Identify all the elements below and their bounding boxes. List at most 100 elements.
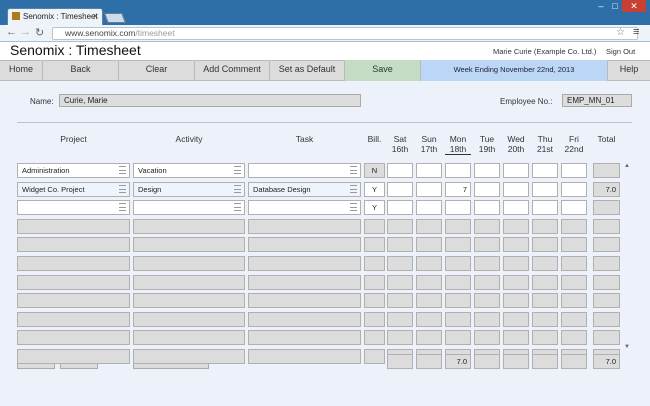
hours-input[interactable]: [532, 163, 558, 178]
home-button[interactable]: Home: [0, 60, 43, 81]
hours-input[interactable]: [416, 200, 442, 215]
activity-select[interactable]: [133, 200, 245, 215]
billable-toggle[interactable]: N: [364, 163, 385, 178]
empty-cell: [17, 330, 130, 345]
hours-input[interactable]: [445, 163, 471, 178]
hours-input[interactable]: [416, 163, 442, 178]
reload-icon[interactable]: ↻: [35, 26, 44, 39]
close-window-icon[interactable]: ✕: [622, 0, 646, 12]
hours-input[interactable]: [474, 182, 500, 197]
back-arrow-icon[interactable]: ←: [6, 26, 17, 38]
hours-input[interactable]: [445, 200, 471, 215]
scroll-down-icon[interactable]: ▼: [624, 344, 630, 350]
header-day-date: 17th: [420, 144, 438, 154]
empty-cell: [503, 237, 529, 252]
hours-input[interactable]: [532, 200, 558, 215]
list-icon[interactable]: [350, 166, 357, 174]
scroll-up-icon[interactable]: ▲: [624, 163, 630, 169]
empty-cell: [248, 312, 361, 327]
task-select[interactable]: [248, 200, 361, 215]
list-icon[interactable]: [119, 203, 126, 211]
list-icon[interactable]: [234, 166, 241, 174]
week-ending-selector[interactable]: Week Ending November 22nd, 2013: [421, 60, 608, 81]
list-icon[interactable]: [234, 185, 241, 193]
hours-input[interactable]: 7: [445, 182, 471, 197]
empty-cell: [593, 275, 620, 290]
hours-input[interactable]: [474, 163, 500, 178]
header-day-date: 19th: [478, 144, 496, 154]
maximize-icon[interactable]: □: [608, 0, 622, 12]
empty-cell: [503, 330, 529, 345]
name-label: Name:: [30, 97, 54, 106]
forward-arrow-icon[interactable]: →: [20, 26, 31, 38]
help-button[interactable]: Help: [608, 60, 650, 81]
hours-input[interactable]: [387, 163, 413, 178]
day-total: [503, 354, 529, 369]
header-task: Task: [295, 134, 314, 144]
hours-input[interactable]: [503, 200, 529, 215]
list-icon[interactable]: [119, 166, 126, 174]
empty-cell: [133, 256, 245, 271]
add-comment-button[interactable]: Add Comment: [195, 60, 270, 81]
empty-cell: [593, 219, 620, 234]
empty-cell: [364, 219, 385, 234]
list-icon[interactable]: [350, 185, 357, 193]
task-select[interactable]: [248, 163, 361, 178]
empty-cell: [593, 256, 620, 271]
bookmark-star-icon[interactable]: ☆: [616, 27, 625, 38]
empty-cell: [503, 293, 529, 308]
billable-toggle[interactable]: Y: [364, 200, 385, 215]
task-select[interactable]: Database Design: [248, 182, 361, 197]
browser-tab[interactable]: Senomix : Timesheet ×: [7, 8, 103, 25]
activity-select[interactable]: Design: [133, 182, 245, 197]
empty-cell: [387, 256, 413, 271]
empty-cell: [133, 349, 245, 364]
browser-menu-icon[interactable]: ≡: [633, 26, 639, 38]
header-day-name: Sun: [421, 134, 437, 144]
minimize-icon[interactable]: –: [594, 0, 608, 12]
empty-cell: [248, 293, 361, 308]
back-button[interactable]: Back: [43, 60, 119, 81]
project-select[interactable]: [17, 200, 130, 215]
empty-cell: [387, 275, 413, 290]
hours-input[interactable]: [416, 182, 442, 197]
hours-input[interactable]: [503, 182, 529, 197]
empty-cell: [593, 293, 620, 308]
day-total: [561, 354, 587, 369]
hours-input[interactable]: [561, 163, 587, 178]
clear-button[interactable]: Clear: [119, 60, 195, 81]
empty-cell: [474, 237, 500, 252]
save-button[interactable]: Save: [345, 60, 421, 81]
hours-input[interactable]: [387, 200, 413, 215]
header-day-date: 20th: [507, 144, 525, 154]
employee-no-field: EMP_MN_01: [562, 94, 632, 107]
activity-select[interactable]: Vacation: [133, 163, 245, 178]
hours-input[interactable]: [474, 200, 500, 215]
new-tab-button[interactable]: [104, 13, 126, 23]
empty-cell: [503, 219, 529, 234]
empty-cell: [248, 330, 361, 345]
hours-input[interactable]: [532, 182, 558, 197]
scrollbar[interactable]: ▲ ▼: [624, 163, 632, 350]
project-select[interactable]: Administration: [17, 163, 130, 178]
hours-input[interactable]: [561, 200, 587, 215]
hours-input[interactable]: [503, 163, 529, 178]
list-icon[interactable]: [234, 203, 241, 211]
sign-out-link[interactable]: Sign Out: [606, 47, 635, 56]
hours-input[interactable]: [561, 182, 587, 197]
tab-close-icon[interactable]: ×: [93, 11, 98, 21]
address-bar[interactable]: www.senomix.com/timesheet: [52, 27, 638, 40]
favicon-icon: [12, 12, 20, 20]
empty-cell: [17, 275, 130, 290]
billable-toggle[interactable]: Y: [364, 182, 385, 197]
list-icon[interactable]: [350, 203, 357, 211]
empty-cell: [416, 312, 442, 327]
empty-cell: [387, 293, 413, 308]
project-select[interactable]: Widget Co. Project: [17, 182, 130, 197]
employee-no-label: Employee No.:: [500, 97, 553, 106]
empty-cell: [593, 330, 620, 345]
header-day-date: 18th: [445, 144, 471, 155]
hours-input[interactable]: [387, 182, 413, 197]
list-icon[interactable]: [119, 185, 126, 193]
set-as-default-button[interactable]: Set as Default: [270, 60, 345, 81]
